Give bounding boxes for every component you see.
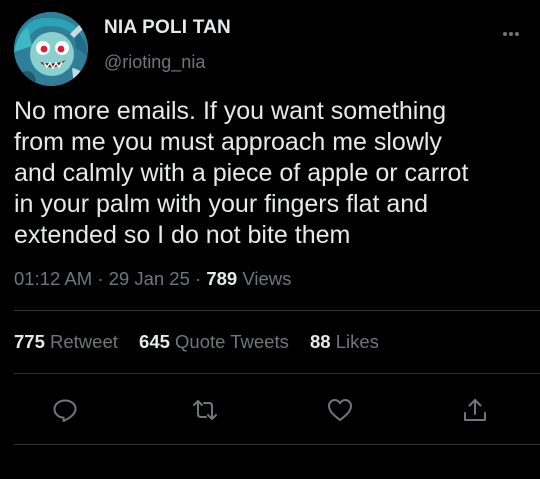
more-icon[interactable] bbox=[496, 24, 526, 44]
quotes-label: Quote Tweets bbox=[175, 331, 289, 352]
author-name[interactable]: NIA POLI TAN bbox=[104, 17, 231, 39]
views-label: Views bbox=[242, 268, 292, 289]
likes-label: Likes bbox=[335, 331, 379, 352]
retweets-count: 775 bbox=[14, 331, 45, 352]
tweet-text: No more emails. If you want something fr… bbox=[14, 97, 469, 249]
share-icon bbox=[464, 399, 486, 421]
avatar[interactable] bbox=[14, 12, 88, 86]
separator-dot: · bbox=[97, 268, 109, 289]
tweet-time[interactable]: 01:12 AM bbox=[14, 268, 92, 289]
quotes-count: 645 bbox=[139, 331, 170, 352]
likes-count: 88 bbox=[310, 331, 331, 352]
engagement-stats: 775 Retweet 645 Quote Tweets 88 Likes bbox=[14, 331, 395, 353]
quotes-stat[interactable]: 645 Quote Tweets bbox=[139, 331, 289, 352]
retweets-label: Retweet bbox=[50, 331, 118, 352]
likes-stat[interactable]: 88 Likes bbox=[310, 331, 379, 352]
retweets-stat[interactable]: 775 Retweet bbox=[14, 331, 118, 352]
divider bbox=[14, 444, 540, 445]
separator-dot: · bbox=[195, 268, 207, 289]
author-handle[interactable]: @rioting_nia bbox=[104, 52, 205, 73]
retweet-button[interactable] bbox=[191, 396, 219, 424]
reply-icon bbox=[53, 399, 77, 422]
tweet-detail: NIA POLI TAN @rioting_nia No more emails… bbox=[0, 0, 540, 479]
tweet-meta: 01:12 AM · 29 Jan 25 · 789 Views bbox=[14, 268, 291, 290]
reply-button[interactable] bbox=[51, 396, 79, 424]
retweet-icon bbox=[193, 400, 217, 420]
heart-icon bbox=[328, 399, 352, 421]
divider bbox=[14, 373, 540, 374]
like-button[interactable] bbox=[326, 396, 354, 424]
share-button[interactable] bbox=[461, 396, 489, 424]
divider bbox=[14, 310, 540, 311]
tweet-date[interactable]: 29 Jan 25 bbox=[109, 268, 190, 289]
views-count: 789 bbox=[206, 268, 238, 289]
